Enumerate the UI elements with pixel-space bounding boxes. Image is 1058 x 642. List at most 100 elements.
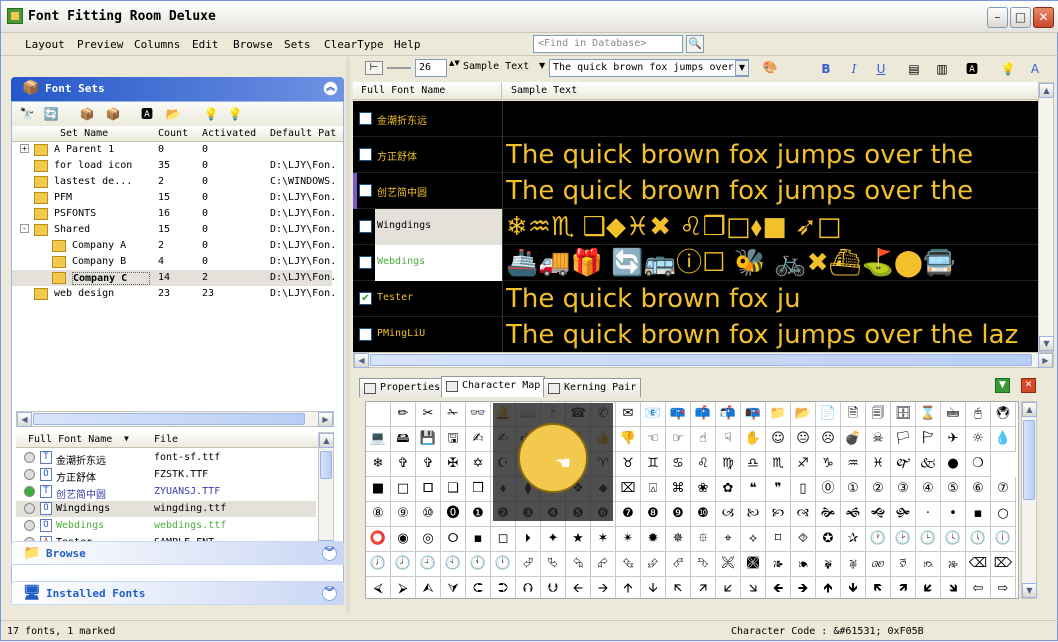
glyph-cell[interactable]: ⑨ (391, 502, 416, 527)
glyph-cell[interactable]: ✞ (391, 452, 416, 477)
glyph-cell[interactable]: 🏱 (916, 427, 941, 452)
glyph-cell[interactable]: ♍ (716, 452, 741, 477)
activation-status-icon[interactable] (24, 503, 35, 514)
glyph-cell[interactable]: 🖴 (391, 427, 416, 452)
glyph-cell[interactable]: ☺ (766, 427, 791, 452)
glyph-cell[interactable]: 🗐 (866, 402, 891, 427)
mark-checkbox[interactable] (359, 148, 372, 161)
glyph-cell[interactable]: 🙝 (866, 502, 891, 527)
glyph-cell[interactable]: 🕛 (491, 552, 516, 577)
glyph-cell[interactable]: ⌧ (616, 477, 641, 502)
glyph-cell[interactable]: ⮊ (491, 577, 516, 598)
scroll-up-icon[interactable]: ▲ (1039, 83, 1054, 98)
glyph-cell[interactable]: ⮘ (366, 577, 391, 598)
glyph-cell[interactable]: 💾 (416, 427, 441, 452)
glyph-cell[interactable]: 🙵 (916, 452, 941, 477)
glyph-cell[interactable]: ⯑ (791, 527, 816, 552)
glyph-cell[interactable]: 😐 (791, 427, 816, 452)
glyph-cell[interactable]: 📬 (716, 402, 741, 427)
col-full-font-name[interactable]: Full Font Name (28, 434, 112, 445)
glyph-cell[interactable]: 💣 (841, 427, 866, 452)
glyph-cell[interactable]: 📭 (741, 402, 766, 427)
preview-row[interactable]: 金潮折东远 (353, 101, 1038, 137)
installed-fonts-header[interactable]: 🖥 Installed Fonts ︾ (11, 581, 344, 605)
scroll-thumb[interactable] (320, 451, 332, 479)
glyph-cell[interactable]: ✿ (716, 477, 741, 502)
glyph-cell[interactable]: ⮚ (391, 577, 416, 598)
activate-bulb-icon[interactable]: 💡 (202, 105, 220, 123)
glyph-cell[interactable]: ❄ (366, 452, 391, 477)
expand-icon[interactable]: ︾ (322, 546, 337, 561)
glyph-cell[interactable]: 🙕 (766, 552, 791, 577)
preview-hscroll[interactable]: ◀ ▶ (353, 352, 1054, 368)
activation-status-icon[interactable] (24, 520, 35, 531)
glyph-cell[interactable]: ⮉ (516, 577, 541, 598)
glyph-cell[interactable]: ● (941, 452, 966, 477)
italic-icon[interactable]: I (845, 60, 863, 78)
set-row[interactable]: - Shared 15 0 D:\LJY\Fon. (12, 222, 334, 238)
scroll-left-icon[interactable]: ◀ (17, 412, 32, 427)
menu-cleartype[interactable]: ClearType (324, 38, 384, 51)
glyph-cell[interactable]: ♐ (791, 452, 816, 477)
glyph-cell[interactable]: ♉ (616, 452, 641, 477)
glyph-cell[interactable]: ❾ (666, 502, 691, 527)
activation-status-icon[interactable] (24, 452, 35, 463)
glyph-cell[interactable]: ✈ (941, 427, 966, 452)
glyph-cell[interactable]: ⑩ (416, 502, 441, 527)
glyph-cell[interactable]: 🡭 (691, 577, 716, 598)
mark-checkbox[interactable] (359, 328, 372, 341)
glyph-cell[interactable]: ♏ (766, 452, 791, 477)
font-size-input[interactable]: 26 (415, 59, 447, 77)
glyph-cell[interactable]: 🙗 (816, 552, 841, 577)
glyph-cell[interactable]: 🡩 (616, 577, 641, 598)
glyph-cell[interactable]: 📪 (666, 402, 691, 427)
glyph-cell[interactable]: ♓ (866, 452, 891, 477)
close-panel-icon[interactable]: ✕ (1021, 378, 1036, 393)
glyph-cell[interactable]: ♊ (641, 452, 666, 477)
splitter-grip[interactable]: ····· (152, 425, 192, 431)
glyph-cell[interactable]: ① (841, 477, 866, 502)
scroll-thumb[interactable] (1023, 420, 1035, 500)
add-set-icon[interactable]: 📦 (78, 105, 96, 123)
glyph-cell[interactable]: 🕓 (941, 527, 966, 552)
glyph-cell[interactable]: ⌘ (666, 477, 691, 502)
glyph-cell[interactable]: ✁ (441, 402, 466, 427)
glyph-cell[interactable]: ⑤ (941, 477, 966, 502)
set-row[interactable]: for load icon 35 0 D:\LJY\Fon. (12, 158, 334, 174)
glyph-cell[interactable]: 🙢 (716, 502, 741, 527)
glyph-cell[interactable]: ✶ (591, 527, 616, 552)
glyph-cell[interactable]: 📫 (691, 402, 716, 427)
glyph-cell[interactable]: ✍ (466, 427, 491, 452)
glyph-cell[interactable]: 🙣 (791, 502, 816, 527)
glyph-cell[interactable]: 🡨 (566, 577, 591, 598)
glyph-cell[interactable]: 🙐 (866, 552, 891, 577)
preview-row[interactable]: Webdings 🚢🚚🎁 🔄🚌ⓘ☐ 🐝 🚲✖⛴⛳⬤🚍 (353, 245, 1038, 281)
glyph-cell[interactable]: ❞ (766, 477, 791, 502)
binoculars-icon[interactable]: 🔭 (18, 105, 36, 123)
glyph-cell[interactable]: 🕒 (916, 527, 941, 552)
glyph-cell[interactable]: ☞ (666, 427, 691, 452)
preview-row[interactable]: 方正舒体 The quick brown fox jumps over the (353, 137, 1038, 173)
glyph-cell[interactable]: ⌦ (991, 552, 1016, 577)
dock-icon[interactable]: ▼ (995, 378, 1010, 393)
glyph-cell[interactable]: ✹ (641, 527, 666, 552)
glyph-cell[interactable]: ☜ (641, 427, 666, 452)
glyph-cell[interactable]: ⮵ (641, 552, 666, 577)
glyph-cell[interactable]: ⮲ (566, 552, 591, 577)
glyph-cell[interactable]: ■ (366, 477, 391, 502)
glyph-cell[interactable]: ⮷ (691, 552, 716, 577)
set-row[interactable]: PFM 15 0 D:\LJY\Fon. (12, 190, 334, 206)
fonts-vscroll[interactable]: ▲ ▼ (318, 432, 334, 556)
glyph-cell[interactable]: ⇦ (966, 577, 991, 598)
glyph-cell[interactable]: 🙓 (941, 552, 966, 577)
glyph-cell[interactable]: 🡸 (766, 577, 791, 598)
glyph-cell[interactable]: ⌫ (966, 552, 991, 577)
preview-vscroll[interactable]: ▲ ▼ (1038, 82, 1054, 352)
glyph-cell[interactable]: ✉ (616, 402, 641, 427)
glyph-cell[interactable]: ⓪ (816, 477, 841, 502)
color-picker-icon[interactable]: 🎨 (761, 58, 779, 76)
glyph-cell[interactable]: 🕙 (441, 552, 466, 577)
glyph-cell[interactable]: 🙠 (741, 502, 766, 527)
scroll-up-icon[interactable]: ▲ (1022, 402, 1037, 417)
expand-tree-icon[interactable]: + (20, 144, 29, 153)
